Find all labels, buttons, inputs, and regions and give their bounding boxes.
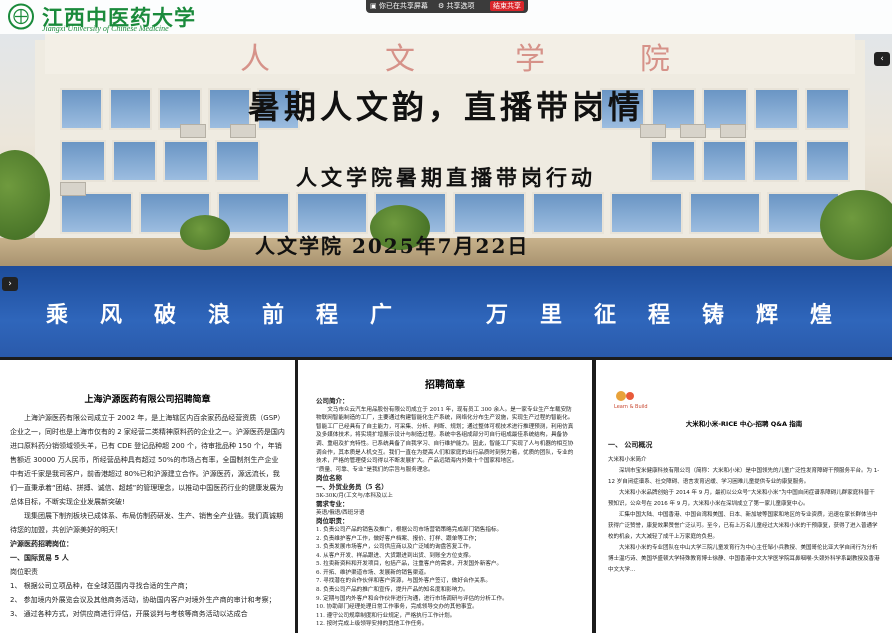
building-sign-char: 院 xyxy=(640,42,670,77)
document-list-item: 1、 根据公司立项品种，在全球范围内寻找合适的生产商； xyxy=(10,582,192,590)
share-options-button[interactable]: ⚙ 共享选项 xyxy=(438,1,475,11)
share-status-text: ▣ 你已在共享屏幕 xyxy=(370,2,428,10)
svg-text:Learn & Build: Learn & Build xyxy=(614,404,648,410)
document-paragraph: “质量、可靠、专业”是我们的宗旨与服务理念。 xyxy=(316,466,434,473)
document-list-item: 8. 负责公司产品的推广和宣传，提升产品的知名度和影响力。 xyxy=(316,587,469,594)
building-sign-char: 文 xyxy=(385,42,415,77)
document-paragraph: 大米和小米的专业团队在中山大学三院儿童发育行为中心主任邹小兵教授、美国哥伦比亚大… xyxy=(608,545,880,573)
document-job-heading: 一、外贸业务员（5 名） xyxy=(316,482,388,491)
document-list-item: 10. 协助部门经理处理日常工作事务，完成领导交办的其他事宜。 xyxy=(316,604,478,611)
document-section-heading: 沪源医药招聘岗位： xyxy=(10,540,73,548)
document-majors: 英语/俄语/西班牙语 xyxy=(316,509,365,516)
document-list-item: 3、 通过各种方式，对供应商进行评估，开展谈判与考核等商务活动以达成合 xyxy=(10,610,248,618)
document-subheading: 大米和小米简介 xyxy=(608,457,647,463)
document-panel-1[interactable]: 上海沪源医药有限公司招聘简章 上海沪源医药有限公司成立于 2002 年，是上海辖… xyxy=(0,360,295,633)
document-list-item: 3. 负责发展市场客户，公司供应商以及广泛域的询盘答复工作， xyxy=(316,544,475,551)
document-paragraph: 文马市众云汽车用品股份有限公司成立于 2011 年，现有员工 300 余人。是一… xyxy=(316,406,574,465)
document-title: 上海沪源医药有限公司招聘简章 xyxy=(84,395,211,405)
document-list-item: 2. 负责维护客户工作，做好客户档案、报价、打样、跟单等工作； xyxy=(316,535,480,542)
document-paragraph: 上海沪源医药有限公司成立于 2002 年，是上海辖区内百余家药品经营资质（GSP… xyxy=(10,414,285,506)
document-list-item: 7. 寻找潜在的合作伙伴和客户资源，与国外客户签订，做好合作关系。 xyxy=(316,578,491,585)
document-salary: 5K-30K/月(工文与/本科及以上 xyxy=(316,492,393,499)
shared-slide: 人 文 学 院 江西中医药大学 Jiangxi University of Ch… xyxy=(0,0,892,357)
document-section-heading: 需求专业： xyxy=(316,500,349,509)
slide-date-line: 人文学院 2025年7月22日 xyxy=(255,234,530,258)
document-paragraph: 深圳市宝米健康科技有限公司（简称：大米和小米）是中国领先的儿童广泛性发育障碍干预… xyxy=(608,468,880,485)
slide-subtitle: 人文学院暑期直播带岗行动 xyxy=(296,165,596,190)
slide-prev-arrow-icon[interactable]: › xyxy=(2,277,18,291)
slide-next-arrow-icon[interactable]: ‹ xyxy=(874,52,890,66)
document-list-item: 1. 负责公司产品的销售及推广，根据公司市场营销策略完成部门销售指标。 xyxy=(316,526,503,533)
document-title: 大米和小米-RICE 中心-招聘 Q&A 指南 xyxy=(685,420,803,428)
document-list-item: 6. 开拓、维护渠道市场、发展新的销售渠道。 xyxy=(316,569,430,576)
document-list-item: 9. 定期与国内外客户和合作伙伴进行沟通，进行市场调研与评估的分析工作。 xyxy=(316,595,508,602)
document-paragraph: 大米和小米品牌创始于 2014 年 9 月，最初以公众号“大米和小米”为中国自闭… xyxy=(608,490,875,507)
university-logo-icon xyxy=(8,3,34,30)
tree-icon xyxy=(180,215,230,250)
document-section-heading: 岗位职责： xyxy=(316,517,349,526)
document-panel-3[interactable]: Learn & Build 大米和小米-RICE 中心-招聘 Q&A 指南 一、… xyxy=(596,360,892,633)
share-status-icon: ▣ xyxy=(370,2,379,10)
document-list-item: 2、 参加境内外展览会议及其他商务活动，协助国内客户对境外生产商的审计和考察； xyxy=(10,596,276,604)
slide-title: 暑期人文韵，直播带岗情 xyxy=(247,88,644,126)
stop-share-button[interactable]: 结束共享 xyxy=(490,1,524,11)
university-english-name: Jiangxi University of Chinese Medicine xyxy=(42,24,169,33)
document-duty-heading: 岗位职责 xyxy=(10,568,38,576)
slogan-left: 乘风破浪前程广 xyxy=(46,302,425,328)
document-panel-2[interactable]: 招聘简章 公司简介： 文马市众云汽车用品股份有限公司成立于 2011 年，现有员… xyxy=(298,360,592,633)
document-title: 招聘简章 xyxy=(425,380,465,391)
document-section-heading: 一、 公司概况 xyxy=(608,441,653,449)
document-job-heading: 一、国际贸易 5 人 xyxy=(10,554,69,562)
building-sign-char: 学 xyxy=(515,42,545,77)
document-section-heading: 岗位名称 xyxy=(316,474,342,483)
brand-logo-icon: Learn & Build xyxy=(614,391,648,410)
document-list-item: 12. 按时完成上级领导安排的其他工作任务。 xyxy=(316,621,428,628)
document-list-item: 5. 拉卖新资料和开发项目，包括产品，注重客户的需求，开发国外新客户。 xyxy=(316,561,503,568)
building-roof xyxy=(45,34,855,74)
document-list-item: 11. 遵守公司规章制度和行业规定，严格执行工作计划。 xyxy=(316,612,456,619)
document-list-item: 4. 从客户开发、样品跟进、大货跟进到出货、到账全方位支撑。 xyxy=(316,552,475,559)
tree-icon xyxy=(820,190,892,260)
options-icon: ⚙ xyxy=(438,2,447,10)
slogan-right: 万里征程铸辉煌 xyxy=(486,302,865,328)
window-row xyxy=(60,192,840,234)
document-section-heading: 公司简介： xyxy=(316,397,349,405)
document-paragraph: 汇集中国大陆、中国香港、中国台湾和美国、日本、新加坡等国家和地区的专业资质，迅速… xyxy=(608,512,878,540)
document-paragraph: 现集团展下制剂板块已成体系、布局仿制药研发、生产、销售全产业链。我们真诚期待您的… xyxy=(10,512,283,534)
screen-share-toolbar: ▣ 你已在共享屏幕 ⚙ 共享选项 结束共享 xyxy=(366,0,528,13)
building-sign-char: 人 xyxy=(240,42,270,77)
